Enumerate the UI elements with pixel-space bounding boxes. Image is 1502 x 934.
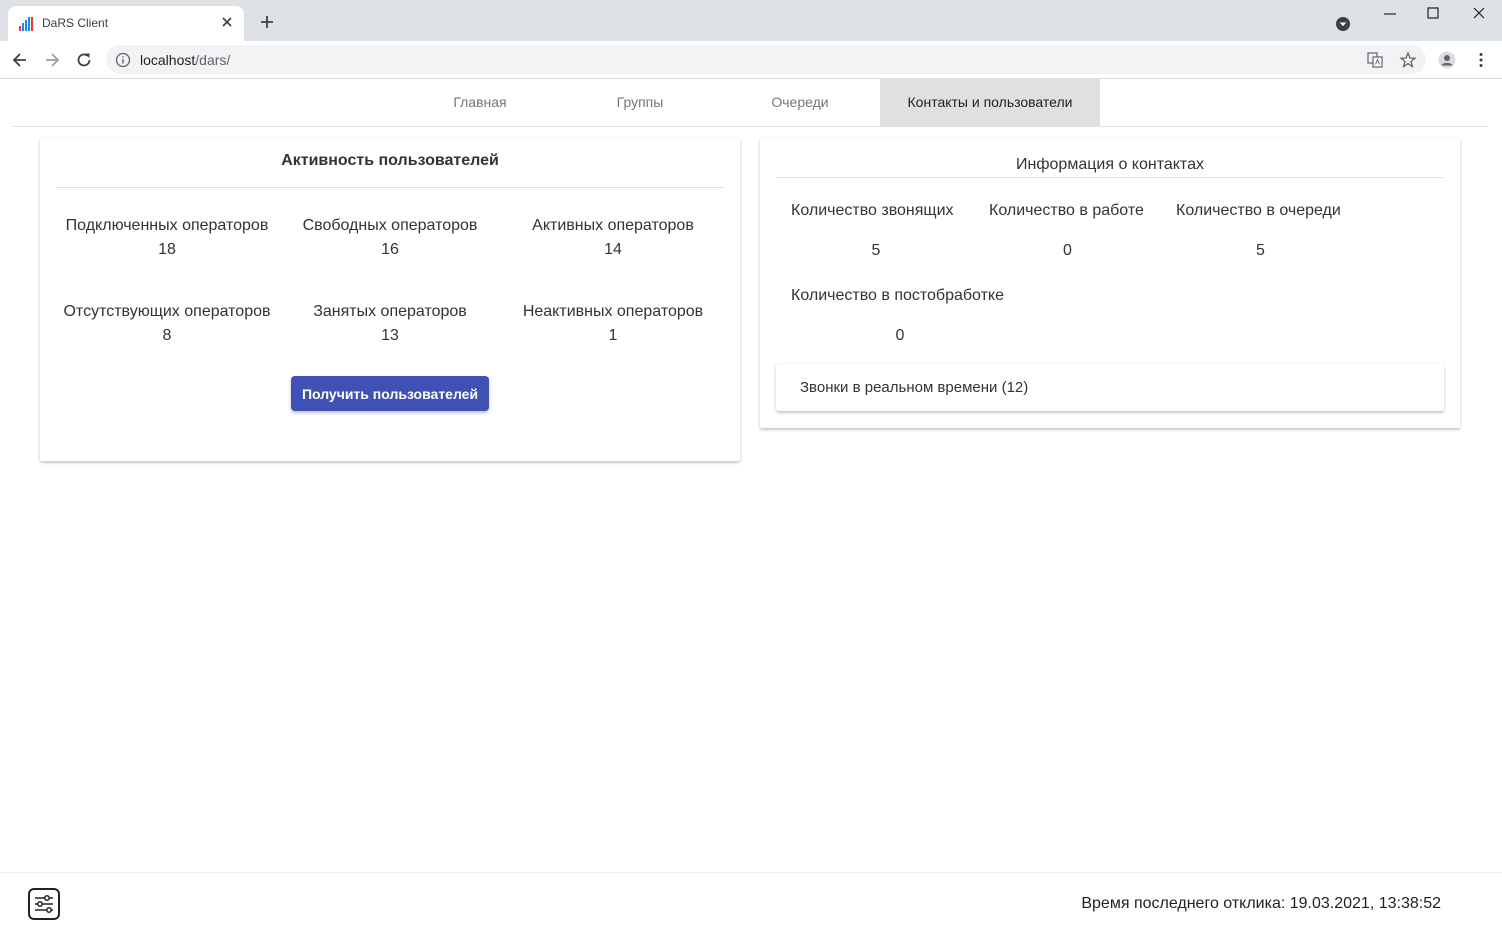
stat-value: 5 (871, 242, 881, 259)
kebab-menu-icon[interactable] (1472, 51, 1490, 69)
bookmark-star-icon[interactable] (1399, 51, 1417, 69)
stat-absent-operators: Отсутствующих операторов 8 (47, 303, 287, 345)
stat-inactive-operators: Неактивных операторов 1 (493, 303, 733, 345)
close-icon[interactable] (218, 13, 236, 31)
stat-label: Количество звонящих (791, 202, 954, 219)
url-text: localhost/dars/ (140, 52, 230, 68)
stat-value: 13 (381, 327, 399, 344)
stat-active-operators: Активных операторов 14 (493, 217, 733, 259)
profile-avatar-icon[interactable] (1438, 51, 1456, 69)
stat-label: Количество в очереди (1176, 202, 1341, 219)
reload-icon[interactable] (74, 50, 94, 70)
url-host: localhost (140, 52, 196, 68)
tab-groups[interactable]: Группы (570, 78, 710, 126)
tab-main[interactable]: Главная (410, 78, 550, 126)
contacts-info-card: Информация о контактах Количество звонящ… (760, 138, 1460, 428)
tab-search-icon[interactable] (1334, 15, 1352, 33)
stat-label: Занятых операторов (313, 303, 467, 320)
browser-toolbar: localhost/dars/ (0, 41, 1502, 79)
browser-tab-title: DaRS Client (42, 16, 109, 30)
back-icon[interactable] (10, 50, 30, 70)
address-bar[interactable]: localhost/dars/ (106, 45, 1426, 74)
dars-logo-icon (19, 17, 33, 31)
stat-connected-operators: Подключенных операторов 18 (47, 217, 287, 259)
footer: Время последнего отклика: 19.03.2021, 13… (0, 872, 1502, 934)
user-activity-title: Активность пользователей (281, 152, 499, 169)
new-tab-icon[interactable] (258, 13, 276, 31)
stat-busy-operators: Занятых операторов 13 (270, 303, 510, 345)
stat-label: Неактивных операторов (522, 303, 704, 320)
get-users-button[interactable]: Получить пользователей (291, 376, 489, 411)
divider (56, 187, 724, 188)
browser-tab[interactable]: DaRS Client (8, 6, 244, 41)
app-nav-tabs: Главная Группы Очереди Контакты и пользо… (12, 78, 1488, 127)
forward-icon[interactable] (42, 50, 62, 70)
info-icon[interactable] (115, 52, 131, 68)
stat-label: Свободных операторов (302, 217, 478, 234)
minimize-icon[interactable] (1378, 4, 1402, 24)
stat-label: Количество в постобработке (791, 287, 1004, 304)
divider (776, 177, 1444, 178)
stat-value: 0 (1063, 242, 1072, 259)
stat-free-operators: Свободных операторов 16 (270, 217, 510, 259)
stat-value: 0 (895, 327, 905, 344)
window-close-icon[interactable] (1467, 4, 1491, 24)
contacts-info-title: Информация о контактах (1016, 156, 1204, 173)
stat-value: 16 (381, 241, 399, 258)
stat-value: 14 (604, 241, 622, 258)
user-activity-card: Активность пользователей Подключенных оп… (40, 138, 740, 461)
stat-value: 5 (1256, 242, 1265, 259)
stat-value: 18 (158, 241, 176, 258)
realtime-calls-label: Звонки в реальном времени (12) (800, 379, 1029, 396)
translate-icon[interactable] (1366, 51, 1384, 69)
stat-value: 8 (162, 327, 172, 344)
stat-label: Количество в работе (989, 202, 1144, 219)
tab-contacts-users[interactable]: Контакты и пользователи (880, 78, 1100, 126)
stat-label: Подключенных операторов (65, 217, 269, 234)
last-response-time: Время последнего отклика: 19.03.2021, 13… (1081, 895, 1441, 912)
stat-value: 1 (608, 327, 618, 344)
maximize-icon[interactable] (1421, 4, 1445, 24)
url-path: /dars/ (195, 52, 231, 68)
stat-label: Отсутствующих операторов (63, 303, 271, 320)
stat-label: Активных операторов (532, 217, 694, 234)
tab-queues[interactable]: Очереди (730, 78, 870, 126)
settings-sliders-icon[interactable] (27, 887, 61, 921)
browser-tabstrip: DaRS Client (0, 0, 1502, 41)
realtime-calls-panel[interactable]: Звонки в реальном времени (12) (776, 364, 1444, 411)
